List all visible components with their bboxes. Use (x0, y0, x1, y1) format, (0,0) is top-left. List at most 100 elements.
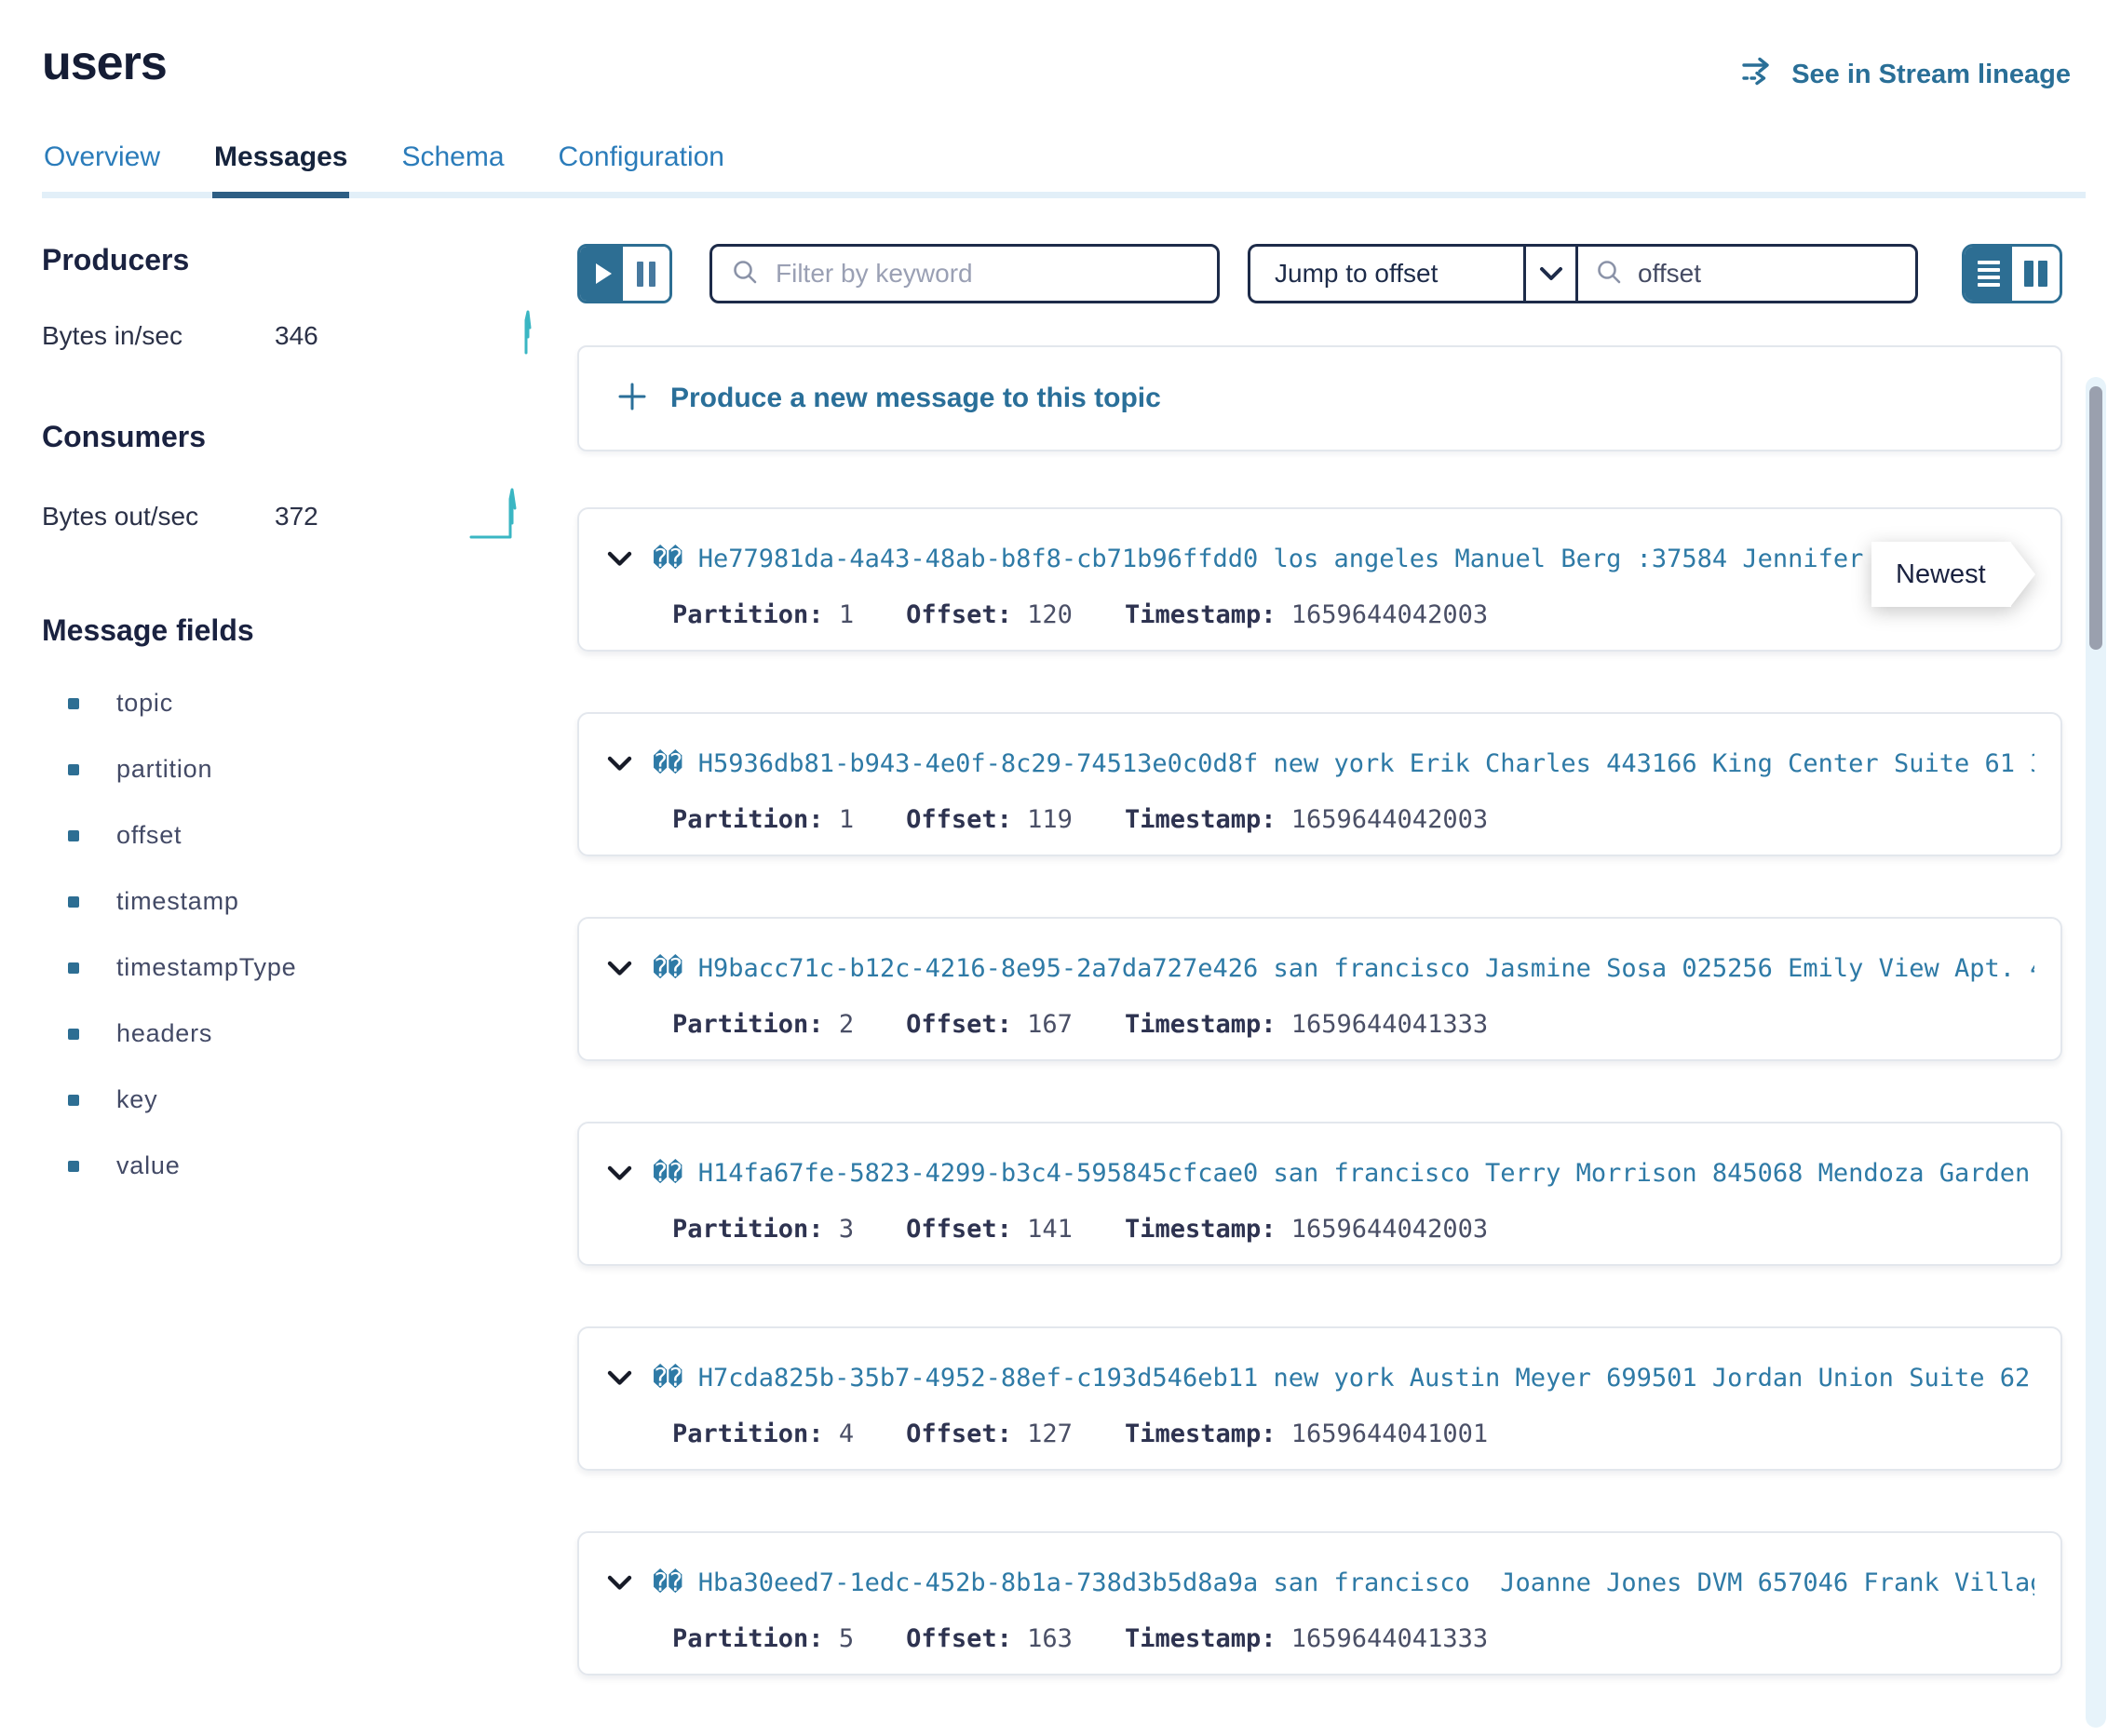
field-bullet-icon (68, 764, 79, 775)
search-icon (731, 258, 759, 290)
producers-section: Producers Bytes in/sec 346 (42, 243, 540, 362)
message-meta: Partition: 1 Offset: 120 Timestamp: 1659… (672, 600, 2034, 629)
message-content: �� Hba30eed7-1edc-452b-8b1a-738d3b5d8a9a… (653, 1568, 2034, 1597)
message-row[interactable]: �� Hba30eed7-1edc-452b-8b1a-738d3b5d8a9a… (577, 1531, 2062, 1675)
message-row[interactable]: �� H5936db81-b943-4e0f-8c29-74513e0c0d8f… (577, 712, 2062, 856)
tab-configuration[interactable]: Configuration (557, 141, 726, 198)
expand-chevron-icon[interactable] (607, 1370, 632, 1386)
field-label: value (116, 1151, 181, 1180)
pause-button[interactable] (623, 247, 669, 301)
newest-tooltip: Newest (1871, 542, 2011, 607)
offset-label: Offset: (906, 600, 1012, 629)
offset-input-wrapper (1575, 244, 1918, 303)
partition-label: Partition: (672, 600, 824, 629)
jump-to-offset-group: Jump to offset (1248, 244, 1918, 303)
message-meta: Partition: 5 Offset: 163 Timestamp: 1659… (672, 1624, 2034, 1653)
offset-label: Offset: (906, 1215, 1012, 1244)
field-item-partition: partition (42, 736, 540, 802)
bytes-out-metric: Bytes out/sec 372 (42, 486, 540, 546)
message-row[interactable]: �� H7cda825b-35b7-4952-88ef-c193d546eb11… (577, 1326, 2062, 1471)
produce-message-button[interactable]: Produce a new message to this topic (577, 345, 2062, 451)
bytes-in-sparkline (493, 309, 534, 362)
plus-icon (616, 381, 648, 417)
partition-value: 2 (839, 1010, 854, 1039)
expand-chevron-icon[interactable] (607, 756, 632, 772)
field-bullet-icon (68, 962, 79, 974)
field-label: timestamp (116, 887, 239, 916)
field-item-headers: headers (42, 1001, 540, 1067)
field-bullet-icon (68, 830, 79, 841)
message-fields-list: topic partition offset timestamp timesta… (42, 670, 540, 1199)
field-item-key: key (42, 1067, 540, 1133)
play-icon (596, 263, 612, 284)
filter-input[interactable] (774, 258, 1198, 289)
stream-lineage-link[interactable]: See in Stream lineage (1741, 56, 2071, 93)
expand-chevron-icon[interactable] (607, 551, 632, 567)
message-row[interactable]: �� H14fa67fe-5823-4299-b3c4-595845cfcae0… (577, 1122, 2062, 1266)
timestamp-value: 1659644041333 (1291, 1010, 1488, 1039)
tab-overview[interactable]: Overview (42, 141, 162, 198)
newest-tooltip-label: Newest (1896, 559, 1986, 590)
consumers-heading: Consumers (42, 420, 540, 454)
partition-label: Partition: (672, 1215, 824, 1244)
offset-value: 120 (1027, 600, 1073, 629)
message-fields-heading: Message fields (42, 613, 540, 648)
tab-schema[interactable]: Schema (399, 141, 506, 198)
timestamp-label: Timestamp: (1125, 1624, 1277, 1653)
scrollbar-track[interactable] (2086, 377, 2106, 1728)
filter-input-wrapper (709, 244, 1220, 303)
offset-value: 127 (1027, 1420, 1073, 1448)
offset-value: 163 (1027, 1624, 1073, 1653)
expand-chevron-icon[interactable] (607, 961, 632, 976)
produce-message-label: Produce a new message to this topic (670, 383, 1161, 414)
message-content: �� H14fa67fe-5823-4299-b3c4-595845cfcae0… (653, 1159, 2034, 1188)
view-toggle (1962, 244, 2062, 303)
partition-label: Partition: (672, 1624, 824, 1653)
expand-chevron-icon[interactable] (607, 1165, 632, 1181)
offset-label: Offset: (906, 1010, 1012, 1039)
message-meta: Partition: 2 Offset: 167 Timestamp: 1659… (672, 1010, 2034, 1039)
message-content: �� He77981da-4a43-48ab-b8f8-cb71b96ffdd0… (653, 545, 2034, 573)
timestamp-value: 1659644041333 (1291, 1624, 1488, 1653)
field-label: timestampType (116, 953, 296, 982)
play-pause-control (577, 244, 672, 303)
field-bullet-icon (68, 1095, 79, 1106)
offset-label: Offset: (906, 805, 1012, 834)
message-row[interactable]: �� H9bacc71c-b12c-4216-8e95-2a7da727e426… (577, 917, 2062, 1061)
column-view-button[interactable] (2012, 247, 2060, 301)
jump-to-offset-select[interactable]: Jump to offset (1248, 244, 1575, 303)
offset-input[interactable] (1636, 258, 1976, 289)
timestamp-value: 1659644042003 (1291, 600, 1488, 629)
play-button[interactable] (580, 247, 623, 301)
partition-value: 4 (839, 1420, 854, 1448)
timestamp-label: Timestamp: (1125, 1420, 1277, 1448)
list-view-button[interactable] (1965, 247, 2012, 301)
offset-value: 167 (1027, 1010, 1073, 1039)
offset-label: Offset: (906, 1624, 1012, 1653)
topic-tabs: Overview Messages Schema Configuration (42, 141, 2086, 198)
message-content: �� H5936db81-b943-4e0f-8c29-74513e0c0d8f… (653, 749, 2034, 778)
partition-value: 5 (839, 1624, 854, 1653)
bytes-out-value: 372 (275, 502, 396, 532)
stream-lineage-icon (1741, 56, 1778, 93)
field-item-topic: topic (42, 670, 540, 736)
tab-messages[interactable]: Messages (212, 141, 349, 198)
pause-icon (649, 262, 655, 287)
bytes-in-metric: Bytes in/sec 346 (42, 309, 540, 362)
bytes-in-label: Bytes in/sec (42, 321, 275, 351)
field-label: offset (116, 821, 182, 850)
timestamp-value: 1659644041001 (1291, 1420, 1488, 1448)
scrollbar-thumb[interactable] (2089, 386, 2102, 650)
consumers-section: Consumers Bytes out/sec 372 (42, 420, 540, 546)
chevron-down-icon[interactable] (1523, 247, 1575, 301)
timestamp-value: 1659644042003 (1291, 1215, 1488, 1244)
bytes-out-sparkline (469, 486, 534, 546)
message-row[interactable]: �� He77981da-4a43-48ab-b8f8-cb71b96ffdd0… (577, 507, 2062, 652)
expand-chevron-icon[interactable] (607, 1575, 632, 1591)
offset-value: 119 (1027, 805, 1073, 834)
partition-value: 1 (839, 600, 854, 629)
list-view-icon (1978, 268, 2000, 272)
list-view-icon (1978, 283, 2000, 287)
list-view-icon (1978, 261, 2000, 264)
offset-label: Offset: (906, 1420, 1012, 1448)
